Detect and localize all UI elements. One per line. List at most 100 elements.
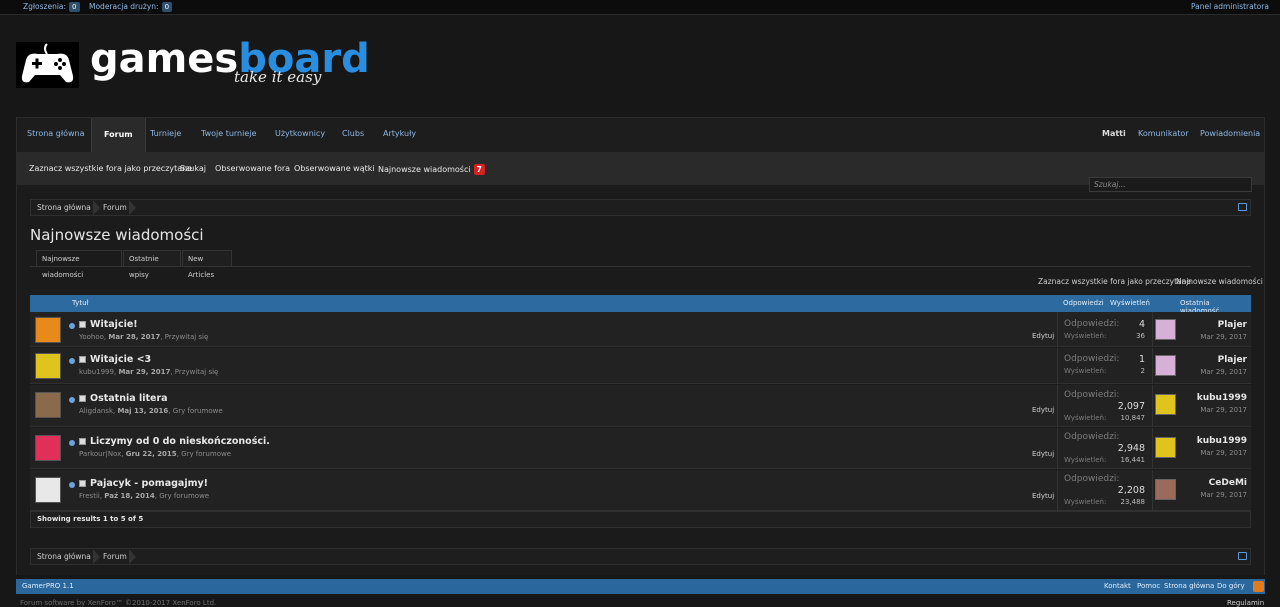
site-logo[interactable]: gamesboard take it easy: [16, 36, 370, 88]
thread-title[interactable]: Pajacyk - pomagajmy!: [90, 478, 208, 489]
rss-icon[interactable]: [1253, 581, 1264, 592]
breadcrumb-forum[interactable]: Forum: [103, 549, 127, 564]
edit-link[interactable]: Edytuj: [1032, 332, 1054, 340]
reports-link[interactable]: Zgłoszenia: 0: [23, 2, 80, 12]
thread-checkbox[interactable]: [79, 480, 86, 487]
breadcrumb-forum[interactable]: Forum: [103, 200, 127, 215]
subnav-search[interactable]: Szukaj: [180, 164, 206, 173]
thread-forum[interactable]: Przywitaj się: [165, 333, 209, 341]
thread-author[interactable]: Parkour|Nox: [79, 450, 121, 458]
threads-table-header: Tytuł Odpowiedzi Wyświetleń Ostatnia wia…: [30, 295, 1251, 315]
breadcrumb-home[interactable]: Strona główna: [37, 549, 91, 564]
col-views[interactable]: Wyświetleń: [1110, 299, 1150, 307]
avatar[interactable]: [35, 477, 61, 503]
nav-tab-tournaments[interactable]: Turnieje: [150, 129, 181, 138]
last-post-user[interactable]: kubu1999: [1197, 436, 1247, 446]
thread-checkbox[interactable]: [79, 438, 86, 445]
nav-tab-users[interactable]: Użytkownicy: [275, 129, 325, 138]
last-post-user[interactable]: kubu1999: [1197, 393, 1247, 403]
avatar[interactable]: [35, 317, 61, 343]
breadcrumb: Strona główna Forum: [30, 199, 1251, 216]
nav-notifications[interactable]: Powiadomienia: [1200, 129, 1260, 138]
new-posts-link[interactable]: Najnowsze wiadomości: [1176, 277, 1263, 286]
footer-top[interactable]: Do góry: [1217, 582, 1245, 590]
table-row: Ostatnia litera Aligdansk, Maj 13, 2016,…: [30, 385, 1251, 427]
subnav-new-posts[interactable]: Najnowsze wiadomości 7: [378, 164, 485, 175]
footer-bar: GamerPRO 1.1 Kontakt Pomoc Strona główna…: [16, 579, 1265, 594]
thread-meta: kubu1999, Mar 29, 2017, Przywitaj się: [79, 368, 219, 376]
thread-stats: Odpowiedzi: 2,948 Wyświetleń: 16,441: [1057, 428, 1151, 469]
thread-author[interactable]: Aligdansk: [79, 407, 113, 415]
style-chooser[interactable]: GamerPRO 1.1: [22, 582, 74, 590]
thread-author[interactable]: Frestii: [79, 492, 100, 500]
footer-home[interactable]: Strona główna: [1164, 582, 1214, 590]
rules-link[interactable]: Regulamin: [1227, 599, 1264, 607]
nav-tab-articles[interactable]: Artykuły: [383, 129, 416, 138]
subnav-new-posts-label: Najnowsze wiadomości: [378, 165, 471, 174]
thread-forum[interactable]: Przywitaj się: [175, 368, 219, 376]
subnav-watched-threads[interactable]: Obserwowane wątki: [294, 164, 375, 173]
unread-icon: [69, 397, 75, 403]
admin-panel-link[interactable]: Panel administratora: [1191, 2, 1269, 11]
tab-new-articles[interactable]: New Articles: [182, 250, 232, 279]
nav-tab-forum[interactable]: Forum: [91, 118, 146, 153]
avatar[interactable]: [35, 392, 61, 418]
mark-all-read-link[interactable]: Zaznacz wszystkie fora jako przeczytane: [1038, 277, 1191, 286]
thread-checkbox[interactable]: [79, 356, 86, 363]
avatar[interactable]: [1155, 355, 1176, 376]
thread-forum[interactable]: Gry forumowe: [173, 407, 223, 415]
permalink-icon[interactable]: [1238, 203, 1247, 211]
thread-date: Gru 22, 2015: [125, 450, 177, 458]
tab-new-posts[interactable]: Najnowsze wiadomości: [36, 250, 122, 279]
tab-recent-entries[interactable]: Ostatnie wpisy: [123, 250, 181, 279]
team-moderation-link[interactable]: Moderacja drużyn: 0: [89, 2, 173, 12]
breadcrumb-home[interactable]: Strona główna: [37, 200, 91, 215]
replies-count: 2,208: [1117, 485, 1145, 496]
last-post-date[interactable]: Mar 29, 2017: [1200, 368, 1247, 376]
last-post-date[interactable]: Mar 29, 2017: [1200, 333, 1247, 341]
avatar[interactable]: [1155, 437, 1176, 458]
avatar[interactable]: [1155, 479, 1176, 500]
avatar[interactable]: [1155, 394, 1176, 415]
last-post-date[interactable]: Mar 29, 2017: [1200, 449, 1247, 457]
col-title[interactable]: Tytuł: [72, 299, 89, 307]
nav-user-menu[interactable]: Matti: [1102, 129, 1126, 138]
subnav-watched-forums[interactable]: Obserwowane fora: [215, 164, 290, 173]
breadcrumb-bottom: Strona główna Forum: [30, 548, 1251, 565]
footer-help[interactable]: Pomoc: [1137, 582, 1160, 590]
thread-checkbox[interactable]: [79, 395, 86, 402]
edit-link[interactable]: Edytuj: [1032, 450, 1054, 458]
last-post-date[interactable]: Mar 29, 2017: [1200, 406, 1247, 414]
unread-icon: [69, 440, 75, 446]
edit-link[interactable]: Edytuj: [1032, 406, 1054, 414]
avatar[interactable]: [35, 353, 61, 379]
edit-link[interactable]: Edytuj: [1032, 492, 1054, 500]
thread-checkbox[interactable]: [79, 321, 86, 328]
unread-icon: [69, 358, 75, 364]
last-post-user[interactable]: Plajer: [1218, 355, 1247, 365]
permalink-icon[interactable]: [1238, 552, 1247, 560]
thread-forum[interactable]: Gry forumowe: [181, 450, 231, 458]
thread-title[interactable]: Witajcie!: [90, 319, 138, 330]
last-post: Plajer Mar 29, 2017: [1152, 312, 1251, 347]
last-post-user[interactable]: CeDeMi: [1209, 478, 1247, 488]
nav-tab-clubs[interactable]: Clubs: [342, 129, 364, 138]
subnav-mark-read[interactable]: Zaznacz wszystkie fora jako przeczytane: [29, 164, 192, 173]
thread-author[interactable]: Yoohoo: [79, 333, 104, 341]
thread-author[interactable]: kubu1999: [79, 368, 114, 376]
search-input[interactable]: Szukaj...: [1089, 177, 1252, 192]
thread-title[interactable]: Ostatnia litera: [90, 393, 168, 404]
avatar[interactable]: [1155, 319, 1176, 340]
last-post-user[interactable]: Plajer: [1218, 320, 1247, 330]
col-replies[interactable]: Odpowiedzi: [1063, 299, 1104, 307]
footer-contact[interactable]: Kontakt: [1104, 582, 1131, 590]
thread-title[interactable]: Liczymy od 0 do nieskończoności.: [90, 436, 270, 447]
thread-title[interactable]: Witajcie <3: [90, 354, 151, 365]
nav-tab-my-tournaments[interactable]: Twoje turnieje: [201, 129, 256, 138]
nav-tab-home[interactable]: Strona główna: [27, 129, 85, 138]
nav-messenger[interactable]: Komunikator: [1138, 129, 1189, 138]
thread-forum[interactable]: Gry forumowe: [159, 492, 209, 500]
sub-nav: Zaznacz wszystkie fora jako przeczytane …: [16, 152, 1265, 185]
last-post-date[interactable]: Mar 29, 2017: [1200, 491, 1247, 499]
avatar[interactable]: [35, 435, 61, 461]
